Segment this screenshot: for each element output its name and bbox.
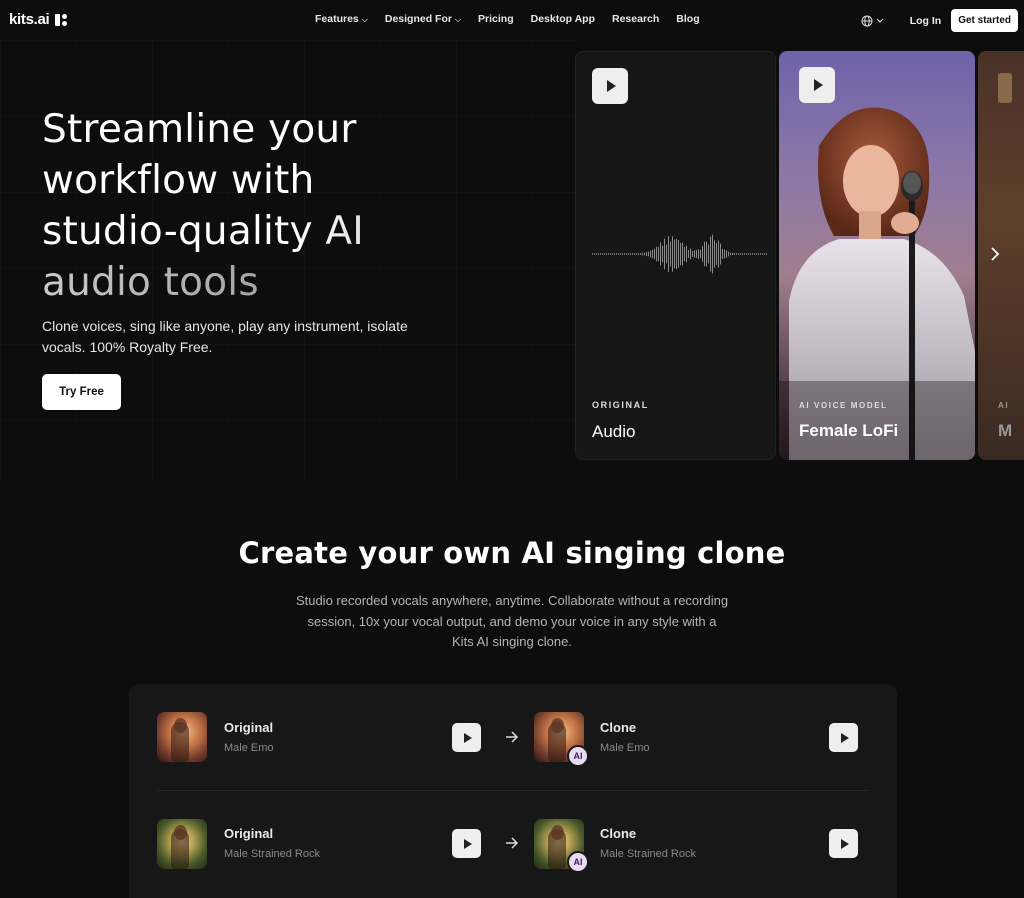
- nav-link-label: Designed For: [384, 13, 452, 25]
- row-subtitle: Male Strained Rock: [600, 848, 696, 860]
- row-title: Original: [224, 720, 274, 735]
- play-original-button[interactable]: [452, 723, 481, 752]
- row-subtitle: Male Emo: [224, 742, 274, 754]
- play-icon: [998, 73, 1012, 103]
- card-kicker: AI: [998, 401, 1010, 410]
- hero-title-line: Streamline your: [42, 107, 357, 152]
- language-selector[interactable]: [861, 15, 884, 27]
- nav-link-pricing[interactable]: Pricing: [478, 13, 514, 25]
- top-nav: kits.ai Features ⌵ Designed For ⌵ Pricin…: [0, 0, 1024, 40]
- hero-title-line: audio tools: [42, 257, 462, 308]
- section-subtitle: Studio recorded vocals anywhere, anytime…: [295, 593, 729, 649]
- row-divider: [157, 790, 868, 791]
- singer-photo: [779, 107, 975, 460]
- row-title: Clone: [600, 826, 637, 841]
- play-clone-button[interactable]: [829, 829, 858, 858]
- hero-title-line: studio-quality AI: [42, 206, 462, 257]
- card-title: M: [998, 421, 1013, 440]
- chevron-right-icon[interactable]: [990, 246, 1000, 262]
- get-started-button[interactable]: Get started: [951, 9, 1018, 32]
- nav-right: Log In Get started: [861, 9, 1018, 32]
- original-thumbnail: [157, 712, 207, 762]
- globe-icon: [861, 15, 873, 26]
- nav-link-research[interactable]: Research: [612, 13, 659, 25]
- ai-badge: AI: [567, 851, 589, 873]
- try-free-button[interactable]: Try Free: [42, 374, 121, 410]
- nav-links: Features ⌵ Designed For ⌵ Pricing Deskto…: [315, 13, 717, 25]
- row-subtitle: Male Emo: [600, 742, 650, 754]
- nav-link-desktop-app[interactable]: Desktop App: [531, 13, 595, 25]
- arrow-right-icon: [506, 731, 519, 743]
- arrow-right-icon: [506, 837, 519, 849]
- logo-text: kits.ai: [9, 11, 50, 28]
- chevron-down-icon: ⌵: [361, 15, 368, 24]
- nav-link-label: Features: [315, 13, 359, 25]
- card-kicker: ORIGINAL: [592, 400, 649, 410]
- section-title: Create your own AI singing clone: [238, 536, 786, 570]
- audio-card[interactable]: ORIGINAL Audio: [575, 51, 776, 460]
- play-original-button[interactable]: [452, 829, 481, 858]
- hero-title-line: workflow with: [42, 158, 315, 203]
- card-title: Audio: [592, 422, 636, 441]
- ai-badge: AI: [567, 745, 589, 767]
- row-title: Original: [224, 826, 274, 841]
- row-title: Clone: [600, 720, 637, 735]
- card-kicker: AI VOICE MODEL: [799, 401, 888, 410]
- voice-model-card[interactable]: AI VOICE MODEL Female LoFi: [779, 51, 975, 460]
- original-thumbnail: [157, 819, 207, 869]
- nav-link-features[interactable]: Features ⌵: [315, 13, 368, 25]
- play-clone-button[interactable]: [829, 723, 858, 752]
- logo-mark-icon: [55, 13, 68, 26]
- play-icon[interactable]: [799, 67, 835, 103]
- card-title: Female LoFi: [799, 421, 899, 440]
- row-subtitle: Male Strained Rock: [224, 848, 320, 860]
- nav-link-designed-for[interactable]: Designed For ⌵: [385, 13, 461, 25]
- hero-title: Streamline your workflow with studio-qua…: [42, 104, 462, 308]
- waveform-icon: [592, 234, 767, 274]
- chevron-down-icon: ⌵: [454, 15, 462, 24]
- logo[interactable]: kits.ai: [9, 11, 68, 28]
- hero-subtitle: Clone voices, sing like anyone, play any…: [42, 318, 408, 355]
- nav-link-blog[interactable]: Blog: [676, 13, 699, 25]
- login-link[interactable]: Log In: [910, 15, 942, 27]
- comparison-panel: [129, 684, 897, 898]
- play-icon[interactable]: [592, 68, 628, 104]
- voice-model-card-peek[interactable]: AI M: [978, 51, 1024, 460]
- chevron-down-icon: [876, 18, 884, 23]
